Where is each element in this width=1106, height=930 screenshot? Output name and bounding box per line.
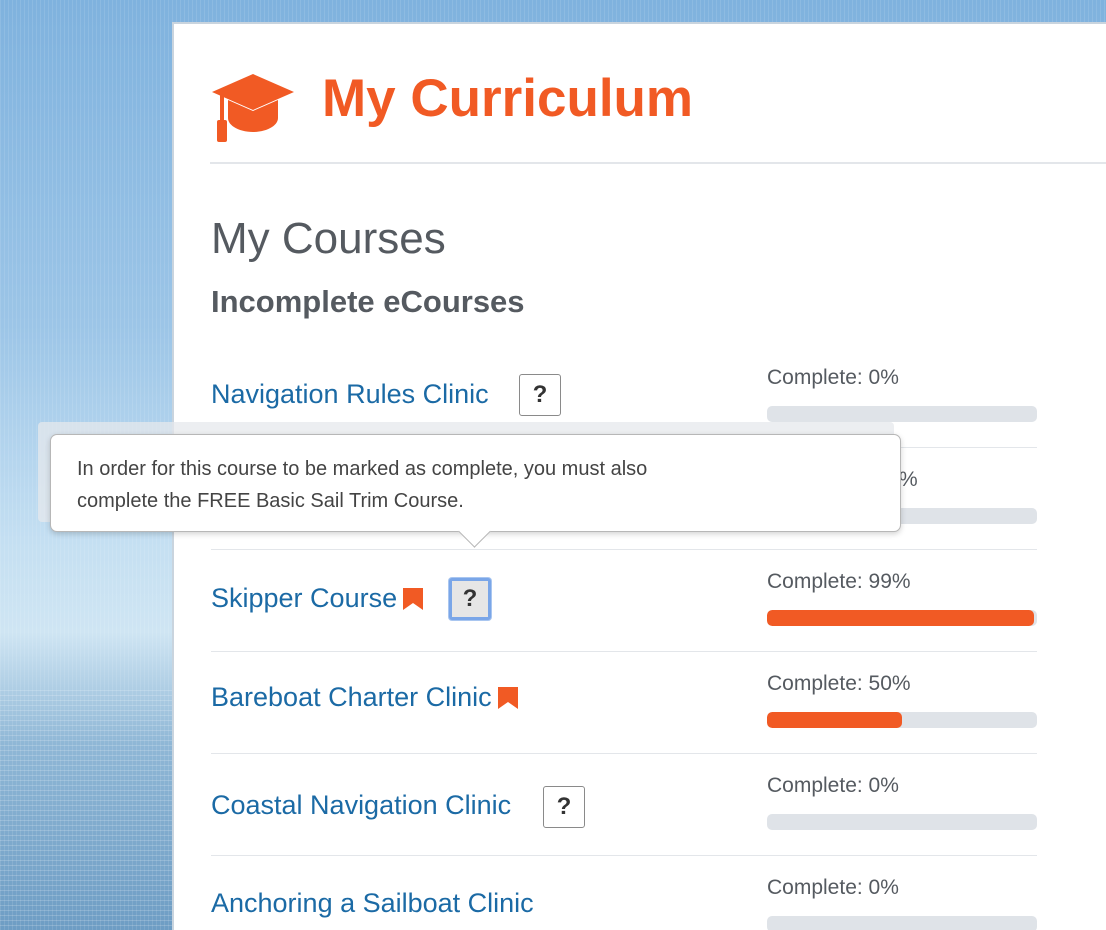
progress-bar [767, 916, 1037, 930]
progress-label: Complete: 0% [767, 366, 899, 389]
course-row: Bareboat Charter Clinic Complete: 50% [211, 652, 1037, 754]
help-button[interactable]: ? [519, 374, 561, 416]
progress-bar [767, 406, 1037, 422]
bookmark-icon [403, 587, 424, 610]
progress-fill [767, 712, 902, 728]
course-link-navigation-rules[interactable]: Navigation Rules Clinic [211, 379, 489, 410]
course-name: Coastal Navigation Clinic [211, 790, 512, 820]
bookmark-icon [497, 686, 518, 709]
progress-fill [767, 610, 1035, 626]
help-button[interactable]: ? [543, 786, 585, 828]
graduation-cap-icon [212, 74, 294, 142]
progress-bar [767, 610, 1037, 626]
help-tooltip: In order for this course to be marked as… [50, 434, 901, 548]
progress-label: Complete: 99% [767, 570, 911, 593]
course-row: Coastal Navigation Clinic ? Complete: 0% [211, 754, 1037, 856]
page-header: My Curriculum [210, 54, 1106, 164]
tooltip-line: In order for this course to be marked as… [77, 458, 648, 480]
course-row: Anchoring a Sailboat Clinic Complete: 0% [211, 856, 1037, 930]
page-title: My Curriculum [322, 69, 694, 128]
progress-bar [767, 712, 1037, 728]
progress-label: Complete: 0% [767, 876, 899, 899]
course-link-anchoring[interactable]: Anchoring a Sailboat Clinic [211, 888, 534, 919]
course-name: Navigation Rules Clinic [211, 379, 489, 409]
subsection-title: Incomplete eCourses [211, 284, 525, 319]
course-link-bareboat-charter[interactable]: Bareboat Charter Clinic [211, 682, 518, 713]
course-link-skipper[interactable]: Skipper Course [211, 583, 424, 614]
tooltip-line: complete the FREE Basic Sail Trim Course… [77, 490, 464, 512]
progress-label: Complete: 50% [767, 672, 911, 695]
section-title: My Courses [211, 214, 446, 263]
progress-bar [767, 814, 1037, 830]
course-row: Skipper Course ? Complete: 99% [211, 550, 1037, 652]
progress-label: Complete: 0% [767, 774, 899, 797]
progress-label: % [899, 468, 918, 491]
help-button[interactable]: ? [449, 578, 491, 620]
course-link-coastal-navigation[interactable]: Coastal Navigation Clinic [211, 790, 511, 821]
course-name: Bareboat Charter Clinic [211, 682, 492, 712]
course-name: Anchoring a Sailboat Clinic [211, 888, 534, 918]
course-name: Skipper Course [211, 583, 398, 613]
